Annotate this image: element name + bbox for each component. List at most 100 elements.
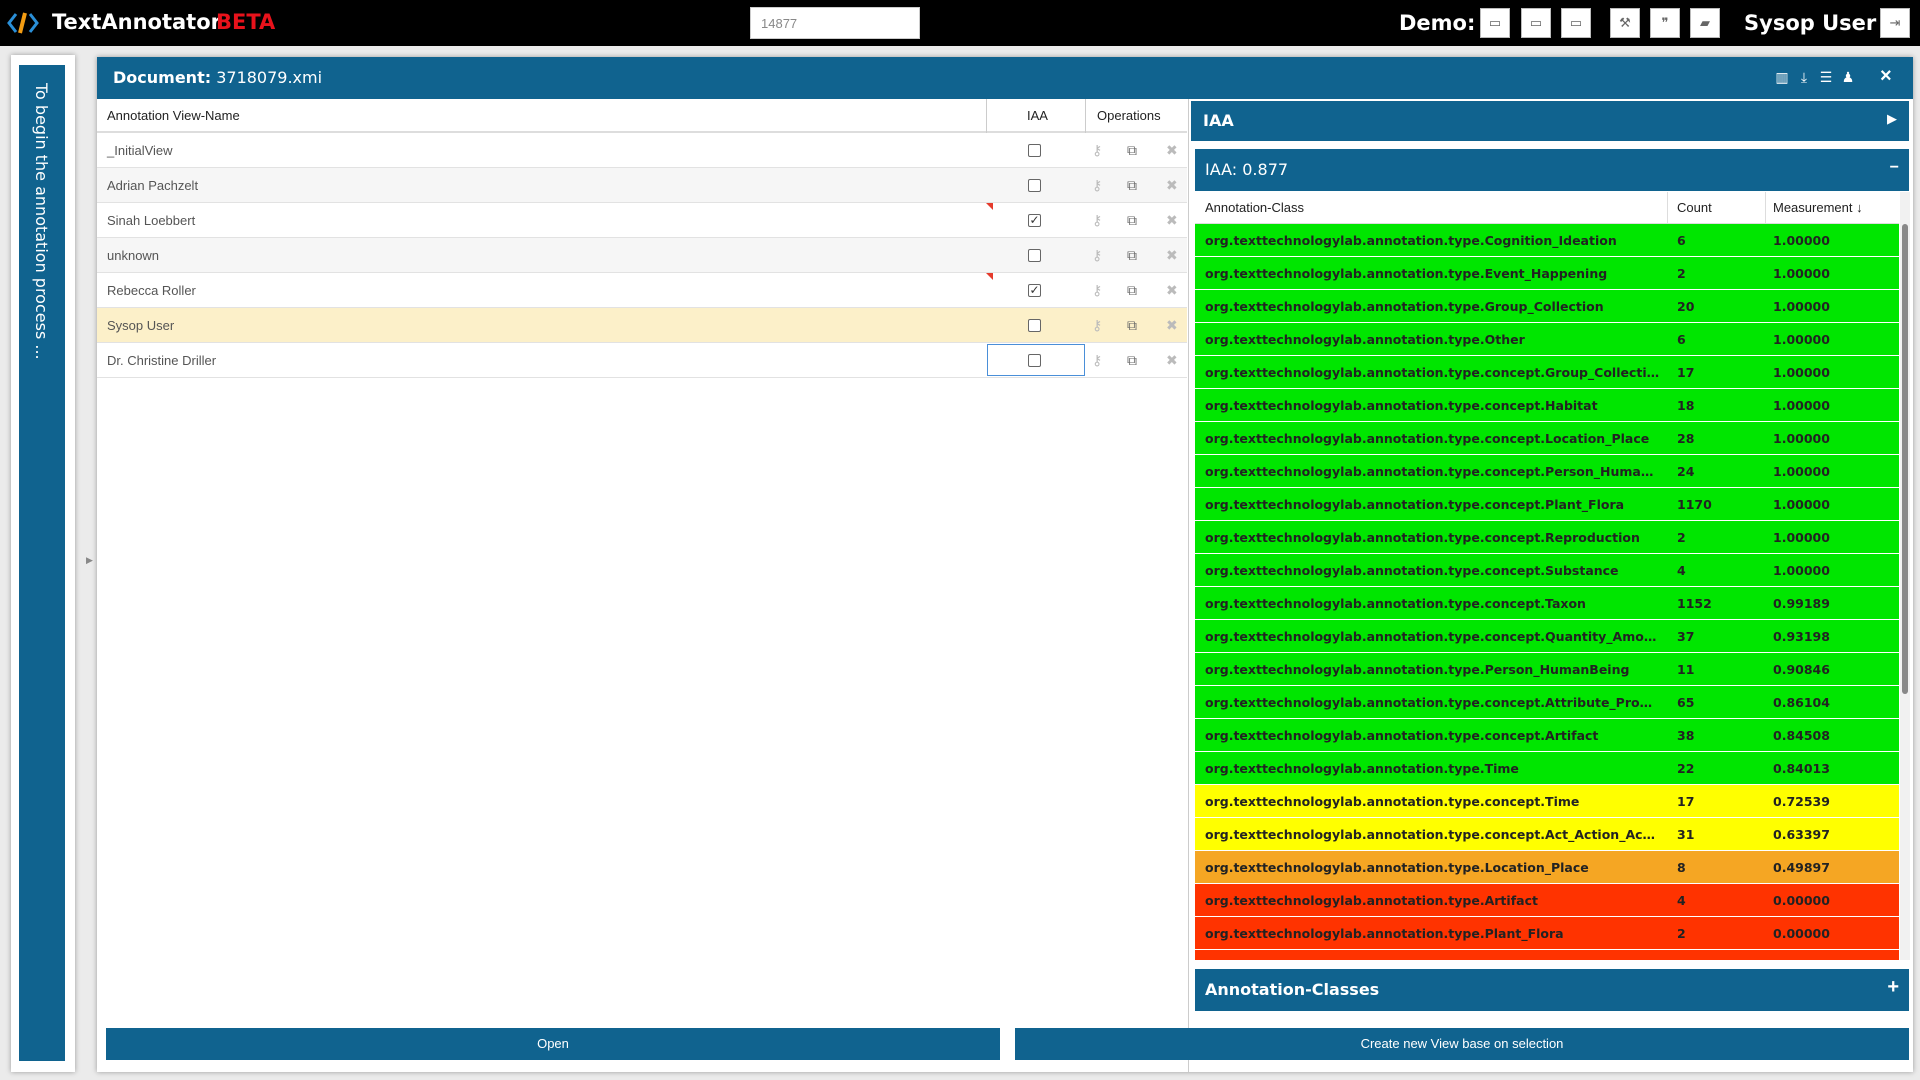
table-row[interactable]: org.texttechnologylab.annotation.type.Co… bbox=[1195, 224, 1899, 257]
annotation-views-table: Annotation View-Name IAA Operations _Ini… bbox=[97, 99, 1187, 378]
scrollbar[interactable] bbox=[1900, 192, 1910, 960]
measurement-value: 0.00000 bbox=[1773, 893, 1830, 908]
delete-icon[interactable]: ✖ bbox=[1166, 177, 1178, 194]
annotation-class-name: org.texttechnologylab.annotation.type.co… bbox=[1205, 629, 1660, 644]
table-row[interactable]: org.texttechnologylab.annotation.type.co… bbox=[1195, 818, 1899, 851]
user-name[interactable]: Sysop User bbox=[1744, 11, 1876, 35]
iaa-checkbox[interactable] bbox=[1028, 319, 1041, 332]
column-header-annotation-class[interactable]: Annotation-Class bbox=[1205, 192, 1304, 224]
create-view-button[interactable]: Create new View base on selection bbox=[1015, 1028, 1909, 1060]
table-row[interactable]: org.texttechnologylab.annotation.type.Ar… bbox=[1195, 884, 1899, 917]
key-icon[interactable]: ⚷ bbox=[1092, 352, 1102, 369]
table-row[interactable]: _InitialView ⚷ ⧉ ✖ bbox=[97, 133, 1187, 168]
column-header-view-name[interactable]: Annotation View-Name bbox=[107, 99, 240, 133]
iaa-panel-header[interactable]: IAA ▶ bbox=[1191, 101, 1909, 141]
measurement-value: 1.00000 bbox=[1773, 332, 1830, 347]
delete-icon[interactable]: ✖ bbox=[1166, 212, 1178, 229]
user-secret-icon[interactable]: ♟ bbox=[1839, 68, 1857, 86]
iaa-checkbox[interactable] bbox=[1028, 249, 1041, 262]
table-row[interactable]: org.texttechnologylab.annotation.type.co… bbox=[1195, 554, 1899, 587]
table-row[interactable]: org.texttechnologylab.annotation.type.co… bbox=[1195, 521, 1899, 554]
quote-icon[interactable]: ❞ bbox=[1650, 8, 1680, 38]
table-row[interactable]: org.texttechnologylab.annotation.type.co… bbox=[1195, 356, 1899, 389]
delete-icon[interactable]: ✖ bbox=[1166, 142, 1178, 159]
view-name: Sysop User bbox=[107, 318, 175, 333]
table-row-current-user[interactable]: Sysop User ⚷ ⧉ ✖ bbox=[97, 308, 1187, 343]
delete-icon[interactable]: ✖ bbox=[1166, 247, 1178, 264]
iaa-checkbox[interactable] bbox=[1028, 179, 1041, 192]
table-row[interactable]: org.texttechnologylab.annotation.type.Gr… bbox=[1195, 290, 1899, 323]
key-icon[interactable]: ⚷ bbox=[1092, 247, 1102, 264]
database-icon[interactable]: ☰ bbox=[1817, 68, 1835, 86]
table-row[interactable]: org.texttechnologylab.annotation.type.co… bbox=[1195, 620, 1899, 653]
copy-icon[interactable]: ⧉ bbox=[1127, 177, 1137, 194]
table-row[interactable] bbox=[1195, 950, 1899, 960]
copy-icon[interactable]: ⧉ bbox=[1127, 247, 1137, 264]
table-row[interactable]: org.texttechnologylab.annotation.type.Ot… bbox=[1195, 323, 1899, 356]
minus-icon[interactable]: − bbox=[1890, 159, 1899, 177]
logout-icon[interactable]: ⇥ bbox=[1880, 8, 1910, 38]
table-row[interactable]: org.texttechnologylab.annotation.type.co… bbox=[1195, 488, 1899, 521]
folder-open-icon[interactable]: ▰ bbox=[1690, 8, 1720, 38]
app-title[interactable]: TextAnnotator bbox=[52, 10, 221, 34]
column-header-iaa[interactable]: IAA bbox=[1027, 99, 1048, 133]
annotation-count: 11 bbox=[1677, 662, 1695, 677]
table-row[interactable]: Sinah Loebbert ✓ ⚷ ⧉ ✖ bbox=[97, 203, 1187, 238]
iaa-score: IAA: 0.877 bbox=[1205, 160, 1289, 179]
iaa-checkbox[interactable] bbox=[1028, 354, 1041, 367]
table-row[interactable]: org.texttechnologylab.annotation.type.co… bbox=[1195, 389, 1899, 422]
collapse-arrow-icon[interactable]: ▶ bbox=[86, 555, 93, 566]
demo-monitor-icon[interactable]: ▭ bbox=[1521, 8, 1551, 38]
delete-icon[interactable]: ✖ bbox=[1166, 317, 1178, 334]
table-row[interactable]: org.texttechnologylab.annotation.type.Ti… bbox=[1195, 752, 1899, 785]
table-row[interactable]: Rebecca Roller ✓ ⚷ ⧉ ✖ bbox=[97, 273, 1187, 308]
copy-icon[interactable]: ⧉ bbox=[1127, 352, 1137, 369]
table-row[interactable]: org.texttechnologylab.annotation.type.co… bbox=[1195, 587, 1899, 620]
column-header-operations: Operations bbox=[1097, 108, 1161, 123]
table-row[interactable]: Dr. Christine Driller ⚷ ⧉ ✖ bbox=[97, 343, 1187, 378]
textannotator-logo-icon[interactable] bbox=[6, 10, 40, 36]
caret-right-icon[interactable]: ▶ bbox=[1887, 111, 1897, 127]
demo-monitor-icon[interactable]: ▭ bbox=[1480, 8, 1510, 38]
iaa-checkbox[interactable] bbox=[1028, 144, 1041, 157]
annotation-count: 2 bbox=[1677, 266, 1686, 281]
table-row[interactable]: org.texttechnologylab.annotation.type.co… bbox=[1195, 785, 1899, 818]
table-row[interactable]: org.texttechnologylab.annotation.type.co… bbox=[1195, 455, 1899, 488]
table-row[interactable]: unknown ⚷ ⧉ ✖ bbox=[97, 238, 1187, 273]
plus-icon[interactable]: + bbox=[1887, 976, 1899, 999]
demo-monitor-icon[interactable]: ▭ bbox=[1561, 8, 1591, 38]
iaa-checkbox-checked[interactable]: ✓ bbox=[1028, 214, 1041, 227]
close-icon[interactable]: × bbox=[1880, 65, 1892, 88]
annotation-count: 17 bbox=[1677, 365, 1695, 380]
table-row[interactable]: org.texttechnologylab.annotation.type.co… bbox=[1195, 686, 1899, 719]
copy-icon[interactable]: ⧉ bbox=[1127, 142, 1137, 159]
table-row[interactable]: org.texttechnologylab.annotation.type.co… bbox=[1195, 719, 1899, 752]
table-row[interactable]: org.texttechnologylab.annotation.type.Pl… bbox=[1195, 917, 1899, 950]
chart-icon[interactable]: ▥ bbox=[1773, 68, 1791, 86]
key-icon[interactable]: ⚷ bbox=[1092, 142, 1102, 159]
table-row[interactable]: org.texttechnologylab.annotation.type.Pe… bbox=[1195, 653, 1899, 686]
column-header-count[interactable]: Count bbox=[1677, 192, 1712, 224]
copy-icon[interactable]: ⧉ bbox=[1127, 317, 1137, 334]
table-row[interactable]: org.texttechnologylab.annotation.type.Lo… bbox=[1195, 851, 1899, 884]
document-search-input[interactable] bbox=[750, 7, 920, 39]
column-header-measurement[interactable]: Measurement ↓ bbox=[1773, 192, 1863, 224]
annotation-classes-header[interactable]: Annotation-Classes + bbox=[1195, 969, 1909, 1011]
scrollbar-thumb[interactable] bbox=[1902, 224, 1908, 694]
hammer-icon[interactable]: ⚒ bbox=[1610, 8, 1640, 38]
table-row[interactable]: Adrian Pachzelt ⚷ ⧉ ✖ bbox=[97, 168, 1187, 203]
table-row[interactable]: org.texttechnologylab.annotation.type.co… bbox=[1195, 422, 1899, 455]
copy-icon[interactable]: ⧉ bbox=[1127, 212, 1137, 229]
table-row[interactable]: org.texttechnologylab.annotation.type.Ev… bbox=[1195, 257, 1899, 290]
key-icon[interactable]: ⚷ bbox=[1092, 282, 1102, 299]
key-icon[interactable]: ⚷ bbox=[1092, 212, 1102, 229]
copy-icon[interactable]: ⧉ bbox=[1127, 282, 1137, 299]
key-icon[interactable]: ⚷ bbox=[1092, 317, 1102, 334]
open-button[interactable]: Open bbox=[106, 1028, 1000, 1060]
download-icon[interactable]: ⤓ bbox=[1795, 68, 1813, 86]
key-icon[interactable]: ⚷ bbox=[1092, 177, 1102, 194]
iaa-score-header[interactable]: IAA: 0.877 − bbox=[1195, 149, 1909, 191]
iaa-checkbox-checked[interactable]: ✓ bbox=[1028, 284, 1041, 297]
delete-icon[interactable]: ✖ bbox=[1166, 352, 1178, 369]
delete-icon[interactable]: ✖ bbox=[1166, 282, 1178, 299]
